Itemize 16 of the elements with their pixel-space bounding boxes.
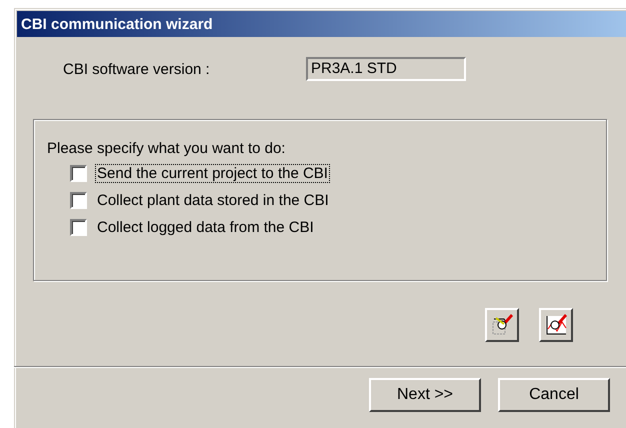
version-label: CBI software version : <box>63 60 211 78</box>
checkbox[interactable] <box>70 165 87 182</box>
checkbox[interactable] <box>70 219 87 236</box>
pencil-chart-icon <box>544 313 568 337</box>
checkbox[interactable] <box>70 192 87 209</box>
next-button[interactable]: Next >> <box>369 378 481 412</box>
option-label[interactable]: Collect plant data stored in the CBI <box>96 192 330 209</box>
option-label[interactable]: Send the current project to the CBI <box>96 165 329 182</box>
group-prompt: Please specify what you want to do: <box>47 140 286 157</box>
pencil-device-icon <box>490 313 514 337</box>
tool-button[interactable] <box>539 308 573 342</box>
option-label[interactable]: Collect logged data from the CBI <box>96 219 315 236</box>
cancel-button[interactable]: Cancel <box>498 378 610 412</box>
tool-button[interactable] <box>485 308 519 342</box>
window-title: CBI communication wizard <box>17 11 626 37</box>
version-field: PR3A.1 STD <box>306 57 466 81</box>
